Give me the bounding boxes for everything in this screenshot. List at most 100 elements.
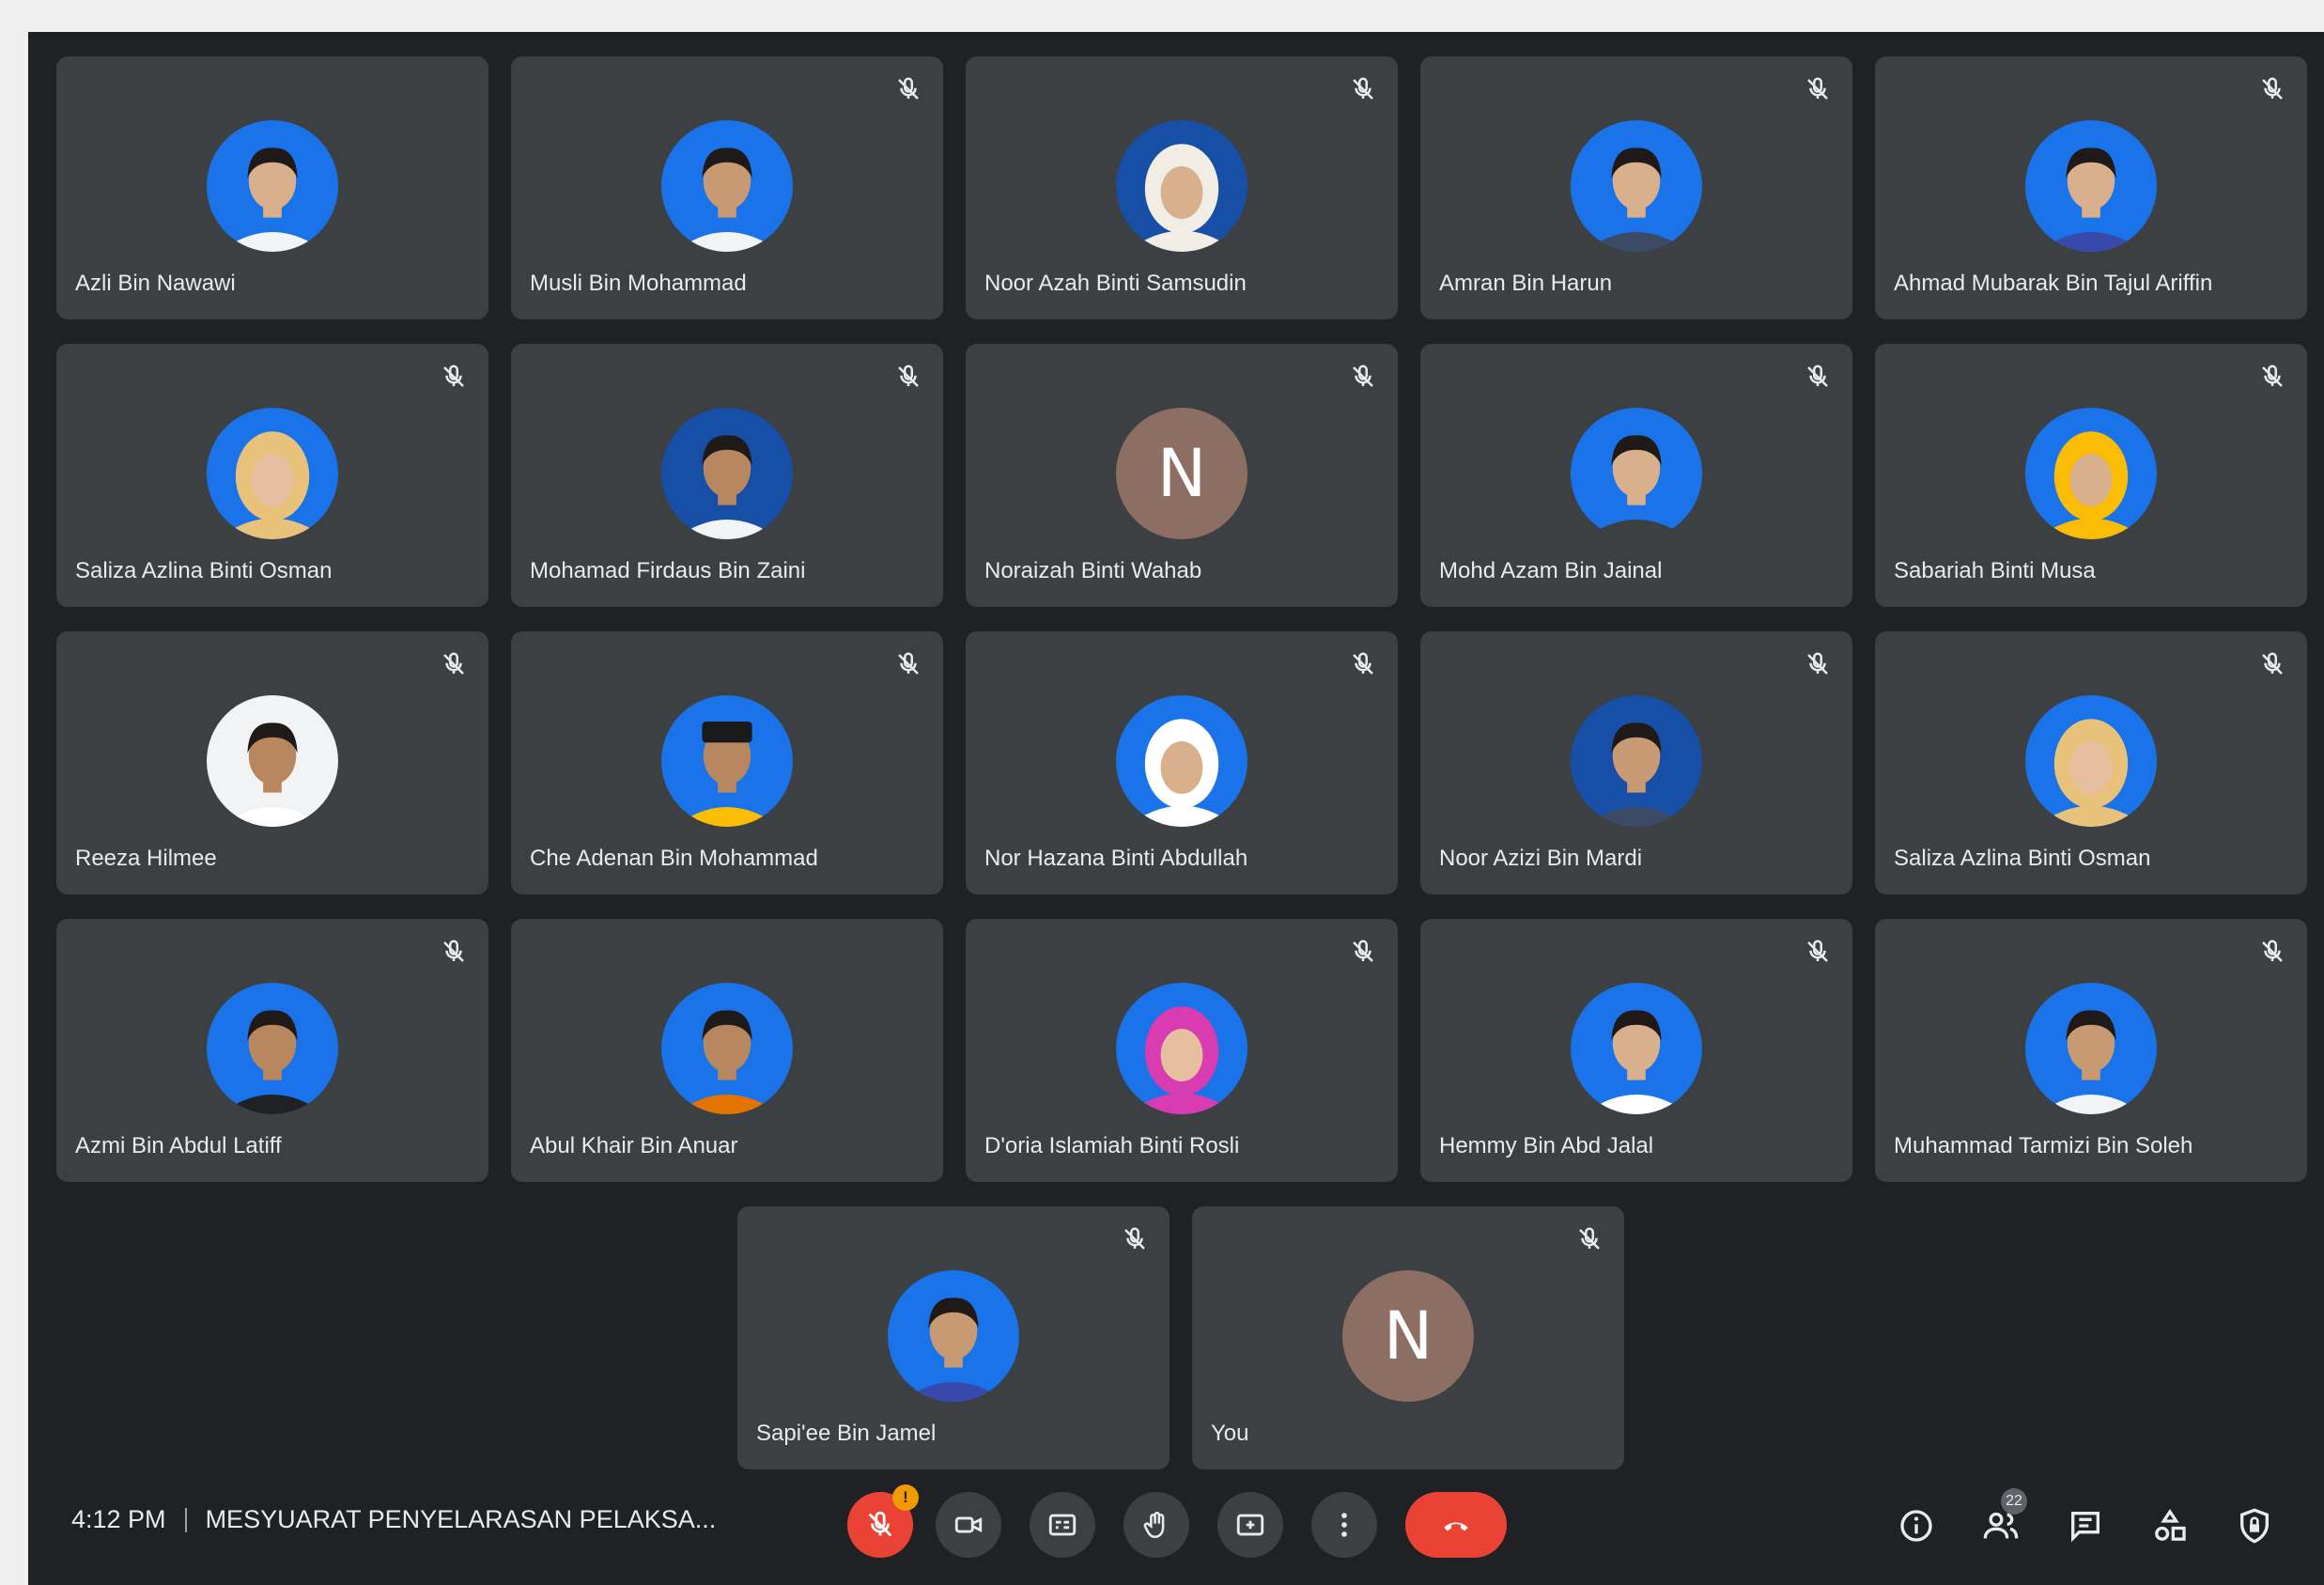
avatar-photo-icon — [1584, 435, 1689, 539]
participant-avatar — [888, 1270, 1019, 1402]
participant-tile[interactable]: Hemmy Bin Abd Jalal — [1420, 919, 1852, 1182]
participant-name: Abul Khair Bin Anuar — [530, 1133, 738, 1158]
participant-name: Ahmad Mubarak Bin Tajul Ariffin — [1894, 271, 2213, 296]
mic-muted-icon — [2262, 365, 2283, 387]
participant-avatar — [1571, 408, 1702, 539]
host-controls-button[interactable] — [2226, 1498, 2283, 1554]
participant-tile[interactable]: Saliza Azlina Binti Osman — [1875, 631, 2307, 894]
participant-name: Azli Bin Nawawi — [75, 271, 236, 296]
participant-tile[interactable]: Sabariah Binti Musa — [1875, 344, 2307, 607]
activities-button[interactable] — [2142, 1498, 2198, 1554]
mic-muted-icon — [1807, 940, 1828, 962]
avatar-photo-icon — [1584, 1010, 1689, 1114]
participant-tile[interactable]: Mohamad Firdaus Bin Zaini — [511, 344, 943, 607]
participant-avatar — [207, 120, 338, 252]
participant-avatar — [2025, 408, 2157, 539]
meeting-details-button[interactable] — [1888, 1498, 1944, 1554]
participant-name: Muhammad Tarmizi Bin Soleh — [1894, 1133, 2193, 1158]
participant-tile[interactable]: Abul Khair Bin Anuar — [511, 919, 943, 1182]
meeting-time: 4:12 PM — [71, 1505, 166, 1533]
participant-name: Nor Hazana Binti Abdullah — [984, 846, 1248, 871]
participant-avatar — [2025, 695, 2157, 827]
captions-icon — [1048, 1514, 1077, 1536]
info-icon — [1900, 1510, 1932, 1542]
mic-warning-badge: ! — [892, 1484, 919, 1511]
participant-tile[interactable]: Azmi Bin Abdul Latiff — [56, 919, 488, 1182]
present-screen-icon — [1236, 1514, 1264, 1536]
more-options-button[interactable] — [1311, 1492, 1377, 1558]
mic-muted-icon — [1807, 365, 1828, 387]
participant-name: Sabariah Binti Musa — [1894, 558, 2096, 583]
leave-call-button[interactable] — [1405, 1492, 1507, 1558]
avatar-photo-icon — [220, 723, 325, 827]
participant-tile[interactable]: Sapi'ee Bin Jamel — [737, 1206, 1170, 1469]
more-vert-icon — [1341, 1513, 1347, 1537]
participant-tile[interactable]: Mohd Azam Bin Jainal — [1420, 344, 1852, 607]
participant-tile[interactable]: Amran Bin Harun — [1420, 56, 1852, 319]
participant-tile[interactable]: N Noraizah Binti Wahab — [966, 344, 1398, 607]
participant-avatar — [2025, 983, 2157, 1114]
camera-button[interactable] — [936, 1492, 1001, 1558]
avatar-photo-icon — [674, 1010, 780, 1114]
avatar-photo-icon — [220, 1010, 325, 1114]
participant-avatar — [661, 120, 793, 252]
hand-icon — [1143, 1512, 1165, 1539]
participant-avatar — [661, 695, 793, 827]
participant-tile[interactable]: Nor Hazana Binti Abdullah — [966, 631, 1398, 894]
avatar-photo-icon — [674, 722, 780, 827]
chat-icon — [2071, 1512, 2099, 1543]
mic-muted-icon — [1353, 940, 1373, 962]
avatar-photo-icon — [1126, 1006, 1237, 1114]
participant-tile[interactable]: N You — [1192, 1206, 1624, 1469]
chat-button[interactable] — [2057, 1498, 2114, 1554]
meeting-info: 4:12 PM MESYUARAT PENYELARASAN PELAKSA..… — [71, 1505, 716, 1534]
participant-count-badge: 22 — [2001, 1488, 2027, 1515]
mic-muted-icon — [1579, 1227, 1600, 1250]
participant-tile[interactable]: Noor Azah Binti Samsudin — [966, 56, 1398, 319]
participant-name: Sapi'ee Bin Jamel — [756, 1421, 937, 1446]
participant-avatar — [1116, 695, 1247, 827]
captions-button[interactable] — [1030, 1492, 1095, 1558]
mic-muted-icon — [1353, 365, 1373, 387]
present-button[interactable] — [1217, 1492, 1283, 1558]
participant-tile[interactable]: Musli Bin Mohammad — [511, 56, 943, 319]
participant-avatar — [207, 408, 338, 539]
participant-name: Azmi Bin Abdul Latiff — [75, 1133, 282, 1158]
participant-name: Amran Bin Harun — [1439, 271, 1613, 296]
microphone-button[interactable]: ! — [847, 1484, 919, 1558]
mic-muted-icon — [1807, 652, 1828, 675]
mic-muted-icon — [443, 652, 464, 675]
shapes-icon — [2155, 1508, 2186, 1541]
participant-tile[interactable]: Saliza Azlina Binti Osman — [56, 344, 488, 607]
participant-tile[interactable]: Reeza Hilmee — [56, 631, 488, 894]
participant-tile[interactable]: Noor Azizi Bin Mardi — [1420, 631, 1852, 894]
mic-off-icon — [868, 1511, 892, 1537]
avatar-photo-icon — [901, 1298, 1006, 1402]
divider — [184, 1507, 187, 1532]
avatar-photo-icon — [2038, 1010, 2144, 1114]
mic-muted-icon — [2262, 940, 2283, 962]
phone-hangup-icon — [1444, 1522, 1468, 1531]
participant-tile[interactable]: Azli Bin Nawawi — [56, 56, 488, 319]
participant-avatar — [661, 983, 793, 1114]
avatar-photo-icon — [674, 435, 780, 539]
mic-muted-icon — [443, 365, 464, 387]
participant-name: Musli Bin Mohammad — [530, 271, 747, 296]
mic-muted-icon — [1353, 77, 1373, 100]
mic-muted-icon — [1124, 1227, 1145, 1250]
mic-muted-icon — [898, 652, 919, 675]
participant-avatar — [1116, 120, 1247, 252]
participant-tile[interactable]: Che Adenan Bin Mohammad — [511, 631, 943, 894]
avatar-photo-icon — [2038, 148, 2144, 252]
avatar-photo-icon — [220, 148, 325, 252]
raise-hand-button[interactable] — [1123, 1492, 1189, 1558]
participant-tile[interactable]: Ahmad Mubarak Bin Tajul Ariffin — [1875, 56, 2307, 319]
participant-name: Mohamad Firdaus Bin Zaini — [530, 558, 806, 583]
participant-name: D'oria Islamiah Binti Rosli — [984, 1133, 1240, 1158]
participant-avatar-letter: N — [1116, 408, 1247, 539]
participant-tile[interactable]: D'oria Islamiah Binti Rosli — [966, 919, 1398, 1182]
participant-tile[interactable]: Muhammad Tarmizi Bin Soleh — [1875, 919, 2307, 1182]
people-button[interactable]: 22 — [1973, 1488, 2029, 1554]
avatar-photo-icon — [1126, 144, 1237, 252]
shield-lock-icon — [2240, 1508, 2269, 1544]
